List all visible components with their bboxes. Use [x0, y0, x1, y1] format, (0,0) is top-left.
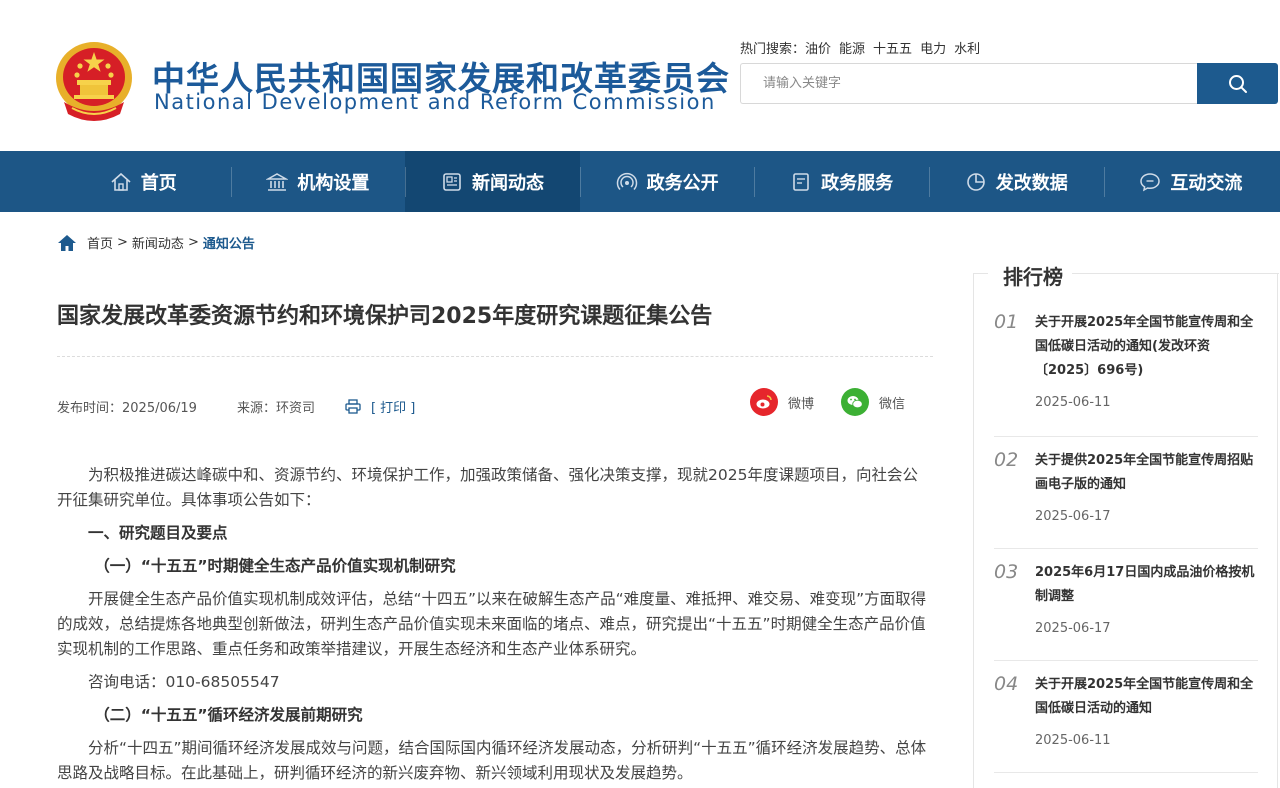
- share-wechat-button[interactable]: 微信: [841, 388, 905, 416]
- rank-date: 2025-06-11: [1035, 395, 1111, 410]
- home-icon: [111, 172, 131, 191]
- article-body: 为积极推进碳达峰碳中和、资源节约、环境保护工作，加强政策储备、强化决策支撑，现就…: [57, 463, 933, 788]
- hot-search-item[interactable]: 水利: [954, 42, 980, 57]
- rank-title: 关于提供2025年全国节能宣传周招贴画电子版的通知: [1035, 453, 1254, 492]
- share-weibo-label: 微博: [788, 396, 815, 412]
- share-wechat-label: 微信: [879, 396, 906, 412]
- home-icon[interactable]: [57, 234, 77, 252]
- pie-chart-icon: [966, 172, 985, 191]
- hot-search-item[interactable]: 电力: [920, 42, 946, 57]
- search-field: [740, 63, 1198, 104]
- ranking-list: 01 关于开展2025年全国节能宣传周和全国低碳日活动的通知(发改环资〔2025…: [994, 307, 1258, 788]
- print-button[interactable]: [ 打印 ]: [345, 397, 415, 416]
- nav-label: 发改数据: [995, 172, 1068, 194]
- subsection-heading: （二）“十五五”循环经济发展前期研究: [94, 706, 363, 724]
- rank-title: 关于开展2025年全国节能宣传周和全国低碳日活动的通知: [1035, 677, 1254, 716]
- rank-date: 2025-06-11: [1035, 733, 1111, 748]
- rank-number: 03: [994, 561, 1019, 583]
- site-header: 中华人民共和国国家发展和改革委员会 National Development a…: [0, 0, 1280, 151]
- ranking-title: 排行榜: [1001, 261, 1065, 290]
- breadcrumb-item-news[interactable]: 新闻动态: [132, 233, 184, 252]
- subsection-heading: （一）“十五五”时期健全生态产品价值实现机制研究: [94, 557, 456, 575]
- publish-time: 发布时间：2025/06/19: [57, 401, 197, 416]
- ranking-panel: 排行榜 01 关于开展2025年全国节能宣传周和全国低碳日活动的通知(发改环资〔…: [973, 261, 1279, 788]
- nav-item-institution[interactable]: 机构设置: [230, 151, 406, 212]
- article-source: 来源：环资司: [236, 401, 315, 416]
- hot-search-item[interactable]: 能源: [839, 42, 865, 57]
- broadcast-icon: [616, 172, 637, 190]
- national-emblem-icon[interactable]: [54, 40, 134, 124]
- breadcrumb-item-notice[interactable]: 通知公告: [203, 233, 255, 252]
- divider: [57, 356, 933, 357]
- ranking-item[interactable]: 04 关于开展2025年全国节能宣传周和全国低碳日活动的通知 2025-06-1…: [994, 661, 1258, 773]
- nav-label: 首页: [140, 172, 177, 194]
- search-icon: [1228, 74, 1247, 93]
- chat-icon: [1140, 172, 1161, 191]
- institution-icon: [266, 172, 289, 191]
- site-title-en[interactable]: National Development and Reform Commissi…: [154, 90, 716, 114]
- print-label: [ 打印 ]: [370, 401, 416, 416]
- printer-icon: [345, 399, 361, 414]
- document-icon: [793, 172, 809, 191]
- breadcrumb: 首页 > 新闻动态 > 通知公告: [57, 233, 255, 252]
- ranking-item[interactable]: 02 关于提供2025年全国节能宣传周招贴画电子版的通知 2025-06-17: [994, 437, 1258, 549]
- nav-label: 政务服务: [821, 172, 894, 194]
- breadcrumb-item-home[interactable]: 首页: [87, 233, 113, 252]
- hot-search-item[interactable]: 十五五: [873, 42, 912, 57]
- nav-label: 互动交流: [1170, 172, 1243, 194]
- ranking-item[interactable]: 01 关于开展2025年全国节能宣传周和全国低碳日活动的通知(发改环资〔2025…: [994, 307, 1258, 437]
- nav-item-government-affairs[interactable]: 政务公开: [579, 151, 755, 212]
- hot-search: 热门搜索：油价 能源 十五五 电力 水利: [740, 38, 988, 57]
- nav-label: 新闻动态: [471, 172, 544, 194]
- nav-item-news[interactable]: 新闻动态: [405, 151, 580, 212]
- main-nav: 首页 机构设置 新闻动态 政务公开 政务服务 发改数据 互动交流: [0, 151, 1280, 212]
- rank-title: 2025年6月17日国内成品油价格按机制调整: [1035, 565, 1255, 604]
- search-button[interactable]: [1197, 63, 1278, 104]
- paragraph: 开展健全生态产品价值实现机制成效评估，总结“十四五”以来在破解生态产品“难度量、…: [57, 590, 927, 658]
- nav-item-data[interactable]: 发改数据: [928, 151, 1104, 212]
- hot-search-label: 热门搜索：: [740, 42, 806, 57]
- news-icon: [443, 172, 461, 191]
- nav-label: 政务公开: [646, 172, 719, 194]
- paragraph: 分析“十四五”期间循环经济发展成效与问题，结合国际国内循环经济发展动态，分析研判…: [57, 739, 927, 782]
- ranking-item[interactable]: 05: [994, 773, 1258, 788]
- contact-phone: 咨询电话：010-68505547: [88, 673, 280, 691]
- breadcrumb-separator: >: [187, 235, 199, 250]
- hot-search-item[interactable]: 油价: [805, 42, 831, 57]
- nav-item-interaction[interactable]: 互动交流: [1103, 151, 1279, 212]
- nav-item-home[interactable]: 首页: [56, 151, 231, 212]
- section-heading: 一、研究题目及要点: [88, 524, 228, 542]
- rank-date: 2025-06-17: [1035, 621, 1111, 636]
- rank-number: 04: [994, 673, 1019, 695]
- search-input[interactable]: [741, 64, 1198, 103]
- ranking-item[interactable]: 03 2025年6月17日国内成品油价格按机制调整 2025-06-17: [994, 549, 1258, 661]
- paragraph: 为积极推进碳达峰碳中和、资源节约、环境保护工作，加强政策储备、强化决策支撑，现就…: [57, 466, 918, 509]
- breadcrumb-separator: >: [117, 235, 128, 250]
- nav-label: 机构设置: [297, 172, 370, 194]
- wechat-icon: [841, 388, 869, 416]
- rank-title: 关于开展2025年全国节能宣传周和全国低碳日活动的通知(发改环资〔2025〕69…: [1035, 315, 1254, 378]
- rank-number: 02: [994, 449, 1019, 471]
- article-title: 国家发展改革委资源节约和环境保护司2025年度研究课题征集公告: [57, 304, 713, 329]
- share-weibo-button[interactable]: 微博: [750, 388, 814, 416]
- weibo-icon: [750, 388, 778, 416]
- nav-item-services[interactable]: 政务服务: [754, 151, 929, 212]
- rank-date: 2025-06-17: [1035, 509, 1111, 524]
- article-meta: 发布时间：2025/06/19 来源：环资司 [ 打印 ]: [57, 397, 415, 416]
- rank-number: 01: [994, 311, 1019, 333]
